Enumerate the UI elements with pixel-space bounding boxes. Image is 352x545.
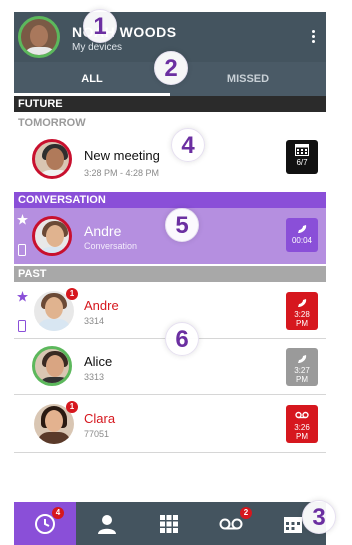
missed-voicemail-tile[interactable]: 3:26 PM [286, 405, 318, 443]
conversation-label: Conversation [84, 241, 138, 251]
phone-icon [298, 225, 307, 233]
calendar-icon [284, 516, 302, 533]
call-time-ampm: PM [296, 319, 308, 328]
contact-name: Andre [84, 298, 119, 313]
calendar-icon [295, 144, 309, 156]
call-time: 3:27 [294, 366, 310, 375]
star-icon[interactable] [17, 291, 28, 302]
section-tomorrow: TOMORROW [14, 116, 326, 130]
conversation-name: Andre [84, 223, 122, 239]
contact-name: Alice [84, 354, 113, 369]
user-avatar[interactable] [18, 16, 60, 58]
call-time-ampm: PM [296, 375, 308, 384]
tab-all[interactable]: ALL [14, 62, 170, 96]
calendar-date: 6/7 [296, 158, 308, 167]
phone-icon [298, 355, 307, 363]
contact-number: 77051 [84, 429, 110, 439]
more-menu-icon[interactable] [312, 30, 316, 44]
call-time-ampm: PM [296, 432, 308, 441]
section-past: PAST [14, 266, 326, 282]
callout-5: 5 [165, 208, 199, 242]
section-conversation: CONVERSATION [14, 192, 326, 208]
calendar-tile[interactable]: 6/7 [286, 140, 318, 174]
nav-contacts[interactable] [76, 502, 138, 545]
meeting-row[interactable]: New meeting 3:28 PM - 4:28 PM 6/7 [14, 132, 326, 190]
voicemail-icon [219, 518, 243, 529]
callout-1: 1 [83, 9, 117, 43]
contact-number: 3314 [84, 316, 105, 326]
callout-4: 4 [171, 128, 205, 162]
history-badge: 4 [52, 507, 64, 519]
active-call-tile[interactable]: 00:04 [286, 218, 318, 252]
dialpad-icon [160, 514, 178, 533]
tab-missed[interactable]: MISSED [170, 62, 326, 96]
call-time: 3:28 [294, 310, 310, 319]
app-screen: NOAH WOODS My devices ALL MISSED FUTURE … [14, 12, 326, 545]
missed-call-icon [298, 299, 307, 307]
incoming-call-tile[interactable]: 3:27 PM [286, 348, 318, 386]
meeting-time: 3:28 PM - 4:28 PM [84, 168, 160, 178]
voicemail-badge: 2 [240, 507, 252, 519]
call-row[interactable]: 1 Clara 77051 3:26 PM [14, 395, 326, 453]
conversation-avatar [32, 216, 72, 256]
callout-3: 3 [302, 500, 336, 534]
contact-number: 3313 [84, 372, 105, 382]
meeting-title: New meeting [84, 148, 160, 163]
call-time: 3:26 [294, 423, 310, 432]
star-icon[interactable] [17, 214, 28, 225]
missed-count-badge: 1 [66, 288, 78, 300]
callout-2: 2 [154, 51, 188, 85]
user-devices: My devices [72, 42, 123, 53]
nav-dialpad[interactable] [138, 502, 200, 545]
person-icon [98, 514, 116, 534]
contact-name: Clara [84, 411, 116, 426]
contact-avatar [32, 346, 72, 386]
missed-count-badge: 1 [66, 401, 78, 413]
voicemail-icon [295, 411, 309, 419]
call-duration: 00:04 [291, 236, 313, 245]
mobile-icon [18, 320, 26, 332]
bottom-nav: 4 2 [14, 502, 326, 545]
mobile-icon [18, 244, 26, 256]
missed-call-tile[interactable]: 3:28 PM [286, 292, 318, 330]
section-future: FUTURE [14, 96, 326, 112]
nav-voicemail[interactable]: 2 [200, 502, 262, 545]
nav-history[interactable]: 4 [14, 502, 76, 545]
meeting-avatar [32, 139, 72, 179]
callout-6: 6 [165, 322, 199, 356]
